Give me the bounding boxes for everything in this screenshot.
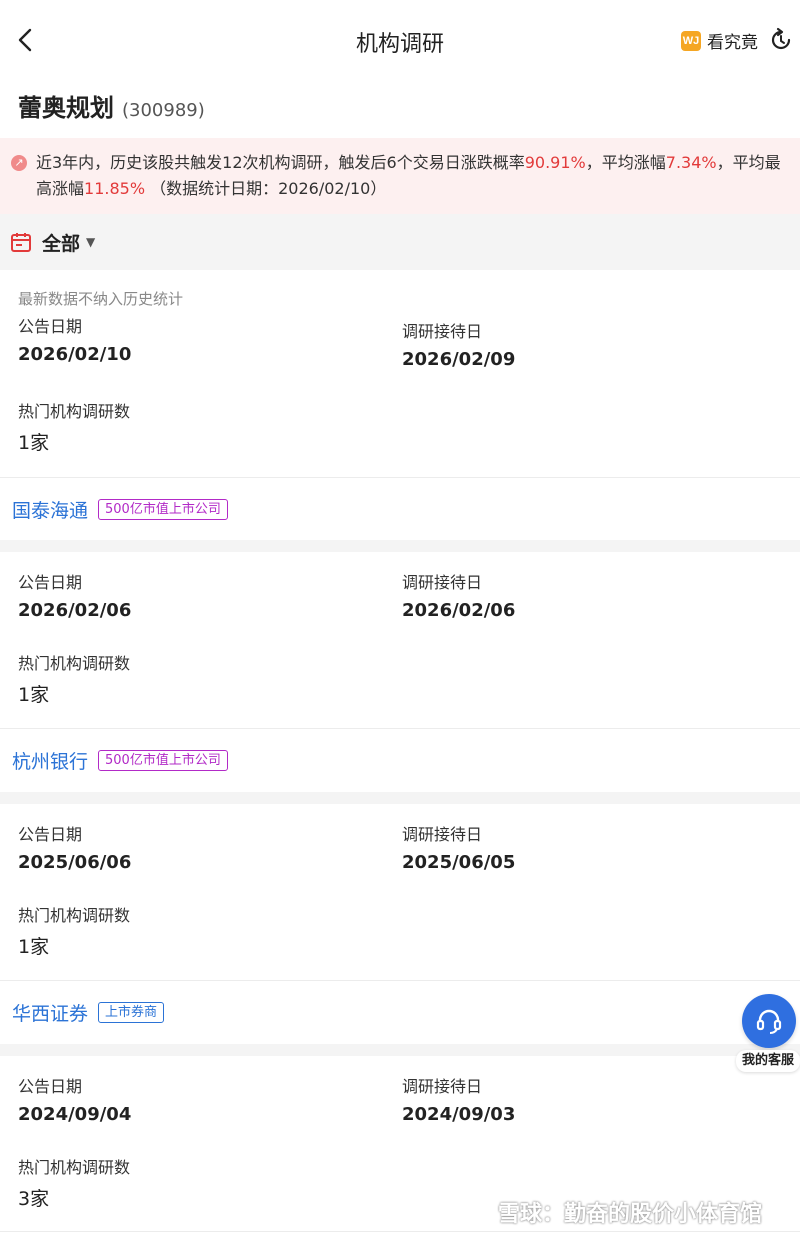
divider bbox=[0, 1231, 800, 1232]
institution-count-value: 1家 bbox=[18, 432, 50, 454]
kanjiujing-logo-icon: WJ bbox=[681, 30, 701, 51]
research-record: 公告日期 2026/02/06 调研接待日 2026/02/06 热门机构调研数… bbox=[0, 552, 800, 728]
statistics-banner: ↗ 近3年内，历史该股共触发12次机构调研，触发后6个交易日涨跌概率90.91%… bbox=[0, 138, 800, 214]
institution-row: 华西证券 上市券商 bbox=[0, 981, 800, 1043]
reception-date-label: 调研接待日 bbox=[402, 573, 483, 592]
filter-label: 全部 bbox=[42, 232, 81, 255]
institution-count-label: 热门机构调研数 bbox=[18, 654, 131, 673]
institution-count-label: 热门机构调研数 bbox=[18, 906, 131, 925]
institution-link[interactable]: 杭州银行 bbox=[12, 747, 88, 774]
institution-tag: 上市券商 bbox=[98, 1001, 165, 1023]
stock-name: 蕾奥规划 bbox=[18, 94, 114, 122]
reception-date-label: 调研接待日 bbox=[402, 1077, 483, 1096]
filter-dropdown[interactable]: 全部 ▼ bbox=[0, 214, 800, 270]
announce-date-label: 公告日期 bbox=[18, 825, 83, 844]
stats-date-note: （数据统计日期：2026/02/10） bbox=[150, 179, 387, 198]
stock-code: (300989) bbox=[122, 100, 205, 121]
institution-row: 杭州银行 500亿市值上市公司 bbox=[0, 729, 800, 791]
announce-date-label: 公告日期 bbox=[18, 573, 83, 592]
average-max-rise: 11.85% bbox=[84, 179, 146, 198]
announce-date-label: 公告日期 bbox=[18, 317, 83, 336]
stats-text-1: 近3年内，历史该股共触发12次机构调研，触发后6个交易日涨跌概率 bbox=[36, 153, 525, 172]
research-record: 最新数据不纳入历史统计 公告日期 2026/02/10 调研接待日 2026/0… bbox=[0, 272, 800, 478]
caret-down-icon: ▼ bbox=[86, 235, 96, 249]
reception-date-value: 2025/06/05 bbox=[402, 852, 516, 873]
institution-link[interactable]: 华西证券 bbox=[12, 999, 88, 1026]
institution-link[interactable]: 国泰海通 bbox=[12, 496, 88, 523]
institution-tag: 500亿市值上市公司 bbox=[98, 498, 228, 520]
institution-tag: 500亿市值上市公司 bbox=[98, 749, 228, 771]
institution-count-label: 热门机构调研数 bbox=[18, 1158, 131, 1177]
watermark: 雪球：勤奋的股价小体育馆 bbox=[462, 1196, 762, 1228]
research-record: 公告日期 2025/06/06 调研接待日 2025/06/05 热门机构调研数… bbox=[0, 804, 800, 980]
customer-service-label[interactable]: 我的客服 bbox=[736, 1050, 800, 1072]
reception-date-label: 调研接待日 bbox=[402, 825, 483, 844]
institution-row: 国泰海通 500亿市值上市公司 bbox=[0, 478, 800, 540]
customer-service-button[interactable] bbox=[742, 994, 796, 1048]
stats-text-2: ，平均涨幅 bbox=[585, 153, 666, 172]
xueqiu-logo-icon bbox=[462, 1200, 492, 1224]
average-rise: 7.34% bbox=[665, 153, 717, 172]
reception-date-value: 2024/09/03 bbox=[402, 1104, 516, 1125]
section-gap bbox=[0, 540, 800, 552]
calendar-icon bbox=[11, 233, 31, 252]
institution-count-value: 1家 bbox=[18, 936, 50, 958]
headset-icon bbox=[756, 1009, 782, 1034]
institution-count-value: 1家 bbox=[18, 684, 50, 706]
stock-heading: 蕾奥规划 (300989) bbox=[18, 88, 205, 123]
announce-date-label: 公告日期 bbox=[18, 1077, 83, 1096]
reception-date-value: 2026/02/06 bbox=[402, 600, 516, 621]
reception-date-value: 2026/02/09 bbox=[402, 349, 516, 370]
reception-date-label: 调研接待日 bbox=[402, 322, 483, 341]
watermark-text: 雪球：勤奋的股价小体育馆 bbox=[498, 1202, 763, 1227]
top-bar: 机构调研 WJ 看究竟 bbox=[0, 0, 800, 80]
history-refresh-icon[interactable] bbox=[768, 27, 794, 53]
section-gap bbox=[0, 792, 800, 804]
announce-date-value: 2026/02/06 bbox=[18, 600, 132, 621]
rise-probability: 90.91% bbox=[524, 153, 586, 172]
kanjiujing-button[interactable]: WJ 看究竟 bbox=[681, 28, 758, 53]
page-title: 机构调研 bbox=[355, 32, 444, 57]
announce-date-value: 2025/06/06 bbox=[18, 852, 132, 873]
record-note: 最新数据不纳入历史统计 bbox=[18, 290, 184, 308]
announce-date-value: 2026/02/10 bbox=[18, 344, 132, 365]
section-gap bbox=[0, 1044, 800, 1056]
announce-date-value: 2024/09/04 bbox=[18, 1104, 132, 1125]
kanjiujing-label: 看究竟 bbox=[707, 33, 758, 53]
institution-count-label: 热门机构调研数 bbox=[18, 402, 131, 421]
rising-arrow-icon: ↗ bbox=[11, 155, 27, 171]
institution-count-value: 3家 bbox=[18, 1188, 50, 1210]
